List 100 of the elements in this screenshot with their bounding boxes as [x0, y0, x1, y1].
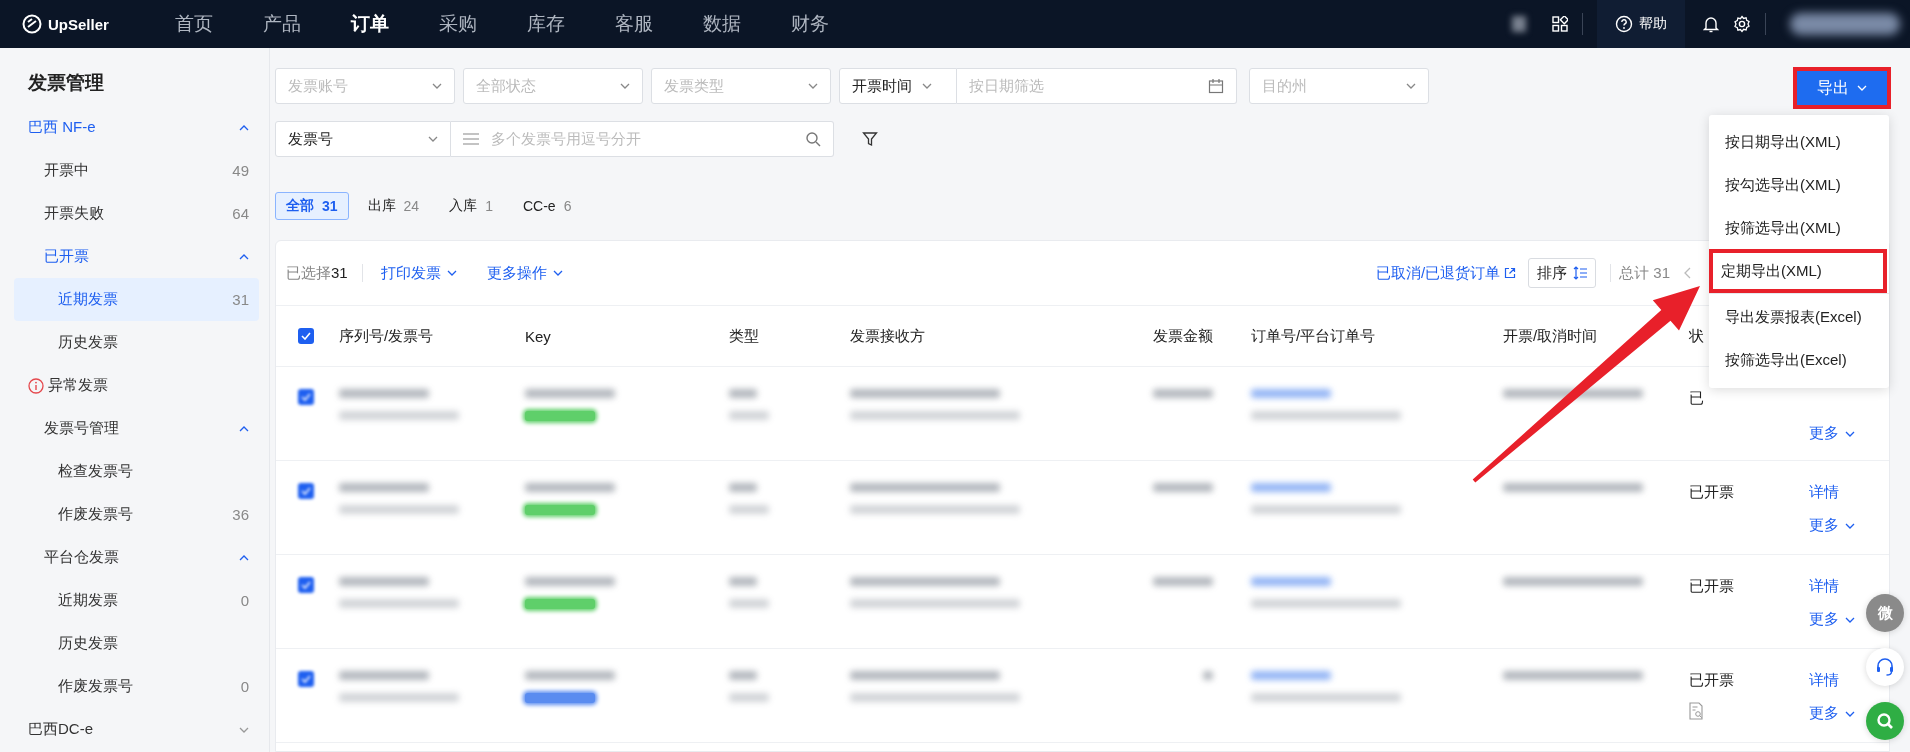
sidebar-item[interactable]: 异常发票 — [14, 364, 259, 407]
logo-icon — [22, 14, 42, 34]
nav-tab[interactable]: 库存 — [502, 11, 590, 37]
column-header[interactable]: 类型 — [721, 326, 842, 346]
blurred-text — [1512, 16, 1526, 32]
sidebar-item[interactable]: 检查发票号 — [14, 450, 259, 493]
checkbox[interactable] — [298, 577, 314, 593]
chevron-down-icon — [808, 83, 818, 89]
cancelled-orders-link[interactable]: 已取消/已退货订单 — [1375, 263, 1517, 283]
blurred-text — [729, 483, 757, 492]
sidebar-item[interactable]: 历史发票 — [14, 321, 259, 364]
checkmark-icon — [301, 332, 311, 340]
menu-item[interactable]: 导出发票报表(Excel) — [1711, 296, 1885, 339]
support-button[interactable] — [1866, 648, 1904, 686]
menu-item[interactable]: 按筛选导出(XML) — [1711, 207, 1885, 250]
status-text: 已开票 — [1689, 483, 1734, 502]
sidebar-item[interactable]: 作废发票号 0 — [14, 665, 259, 708]
more-menu[interactable]: 更多 — [1809, 704, 1855, 723]
filter-tab[interactable]: 入库 1 — [438, 192, 504, 220]
details-link[interactable]: 详情 — [1809, 483, 1839, 502]
calendar-icon — [1208, 78, 1224, 94]
checkmark-icon — [301, 675, 311, 683]
blurred-text — [729, 671, 757, 680]
more-menu[interactable]: 更多 — [1809, 424, 1855, 443]
sidebar-item[interactable]: 已开票 — [14, 235, 259, 278]
more-menu[interactable]: 更多 — [1809, 610, 1855, 629]
filter-tab[interactable]: 全部 31 — [275, 192, 349, 220]
sidebar-item[interactable]: 历史发票 — [14, 622, 259, 665]
menu-item[interactable]: 按筛选导出(Excel) — [1711, 339, 1885, 382]
sidebar-item[interactable]: 开票中 49 — [14, 149, 259, 192]
logo-text: UpSeller — [48, 15, 109, 33]
chevron-down-icon — [1845, 710, 1855, 717]
details-link[interactable]: 详情 — [1809, 671, 1839, 690]
help-button[interactable]: 帮助 — [1597, 0, 1685, 48]
sidebar-item[interactable]: 近期发票 31 — [14, 278, 259, 321]
blurred-text — [1153, 483, 1213, 492]
sidebar-item[interactable]: 开票失败 64 — [14, 192, 259, 235]
settings-icon[interactable] — [1733, 15, 1751, 33]
total-count: 总计 31 — [1619, 263, 1670, 283]
bell-icon[interactable] — [1703, 15, 1719, 33]
nav-tab[interactable]: 客服 — [590, 11, 678, 37]
details-link[interactable]: 详情 — [1809, 577, 1839, 596]
chevron-left-icon[interactable] — [1684, 267, 1691, 279]
filter-tab[interactable]: CC-e 6 — [511, 192, 583, 220]
checkbox[interactable] — [298, 328, 314, 344]
more-menu[interactable]: 更多 — [1809, 516, 1855, 535]
headset-icon — [1875, 657, 1895, 677]
menu-item[interactable]: 按勾选导出(XML) — [1711, 164, 1885, 207]
blurred-text — [729, 599, 769, 608]
apps-grid-icon[interactable] — [1552, 16, 1568, 32]
nav-tab[interactable]: 产品 — [238, 11, 326, 37]
chevron-down-icon — [428, 136, 438, 142]
chevron-down-icon — [1845, 522, 1855, 529]
time-select[interactable]: 开票时间 — [839, 68, 957, 104]
nav-tab[interactable]: 数据 — [678, 11, 766, 37]
blurred-text — [1153, 389, 1213, 398]
print-menu[interactable]: 打印发票 — [380, 263, 457, 283]
blurred-avatar[interactable] — [1790, 13, 1900, 35]
search-icon — [805, 131, 821, 147]
nav-tab[interactable]: 财务 — [766, 11, 854, 37]
filter-icon[interactable] — [862, 131, 878, 147]
sidebar-item[interactable]: 巴西 NF-e — [14, 106, 259, 149]
checkmark-icon — [301, 581, 311, 589]
column-header[interactable]: 发票接收方 — [842, 326, 1061, 346]
checkbox[interactable] — [298, 389, 314, 405]
list-icon — [463, 133, 479, 145]
more-actions-menu[interactable]: 更多操作 — [486, 263, 563, 283]
blurred-text — [729, 411, 769, 420]
checkbox[interactable] — [298, 483, 314, 499]
blurred-text — [729, 693, 769, 702]
chevron-down-icon — [620, 83, 630, 89]
sidebar-item[interactable]: 近期发票 0 — [14, 579, 259, 622]
nav-tab[interactable]: 订单 — [326, 11, 414, 37]
chevron-down-icon — [1845, 430, 1855, 437]
blurred-text — [729, 505, 769, 514]
search-button[interactable] — [1866, 702, 1904, 740]
menu-item[interactable]: 按日期导出(XML) — [1711, 121, 1885, 164]
status-text: 已开票 — [1689, 671, 1734, 690]
nav-tab[interactable]: 采购 — [414, 11, 502, 37]
sidebar-item[interactable]: 作废发票号 36 — [14, 493, 259, 536]
filter-tab[interactable]: 出库 24 — [356, 192, 431, 220]
column-header[interactable]: 序列号/发票号 — [331, 326, 517, 346]
checkmark-icon — [301, 487, 311, 495]
sidebar-item[interactable]: 平台仓发票 — [14, 536, 259, 579]
nav-tab[interactable]: 首页 — [150, 11, 238, 37]
checkmark-icon — [301, 393, 311, 401]
help-icon — [1615, 15, 1633, 33]
selected-count: 已选择31 — [286, 263, 348, 283]
search-type-select[interactable]: 发票号 — [275, 121, 451, 157]
sort-button[interactable]: 排序 — [1528, 258, 1597, 288]
column-header[interactable]: 发票金额 — [1061, 326, 1233, 346]
checkbox[interactable] — [298, 671, 314, 687]
column-header[interactable]: 订单号/平台订单号 — [1233, 326, 1495, 346]
sidebar-item[interactable]: 巴西DC-e — [14, 708, 259, 751]
column-header[interactable]: 开票/取消时间 — [1495, 326, 1598, 346]
column-header[interactable]: Key — [517, 327, 721, 345]
sidebar-item[interactable]: 发票号管理 — [14, 407, 259, 450]
blurred-text — [729, 389, 757, 398]
chevron-down-icon — [1406, 83, 1416, 89]
external-link-icon — [1504, 267, 1517, 279]
